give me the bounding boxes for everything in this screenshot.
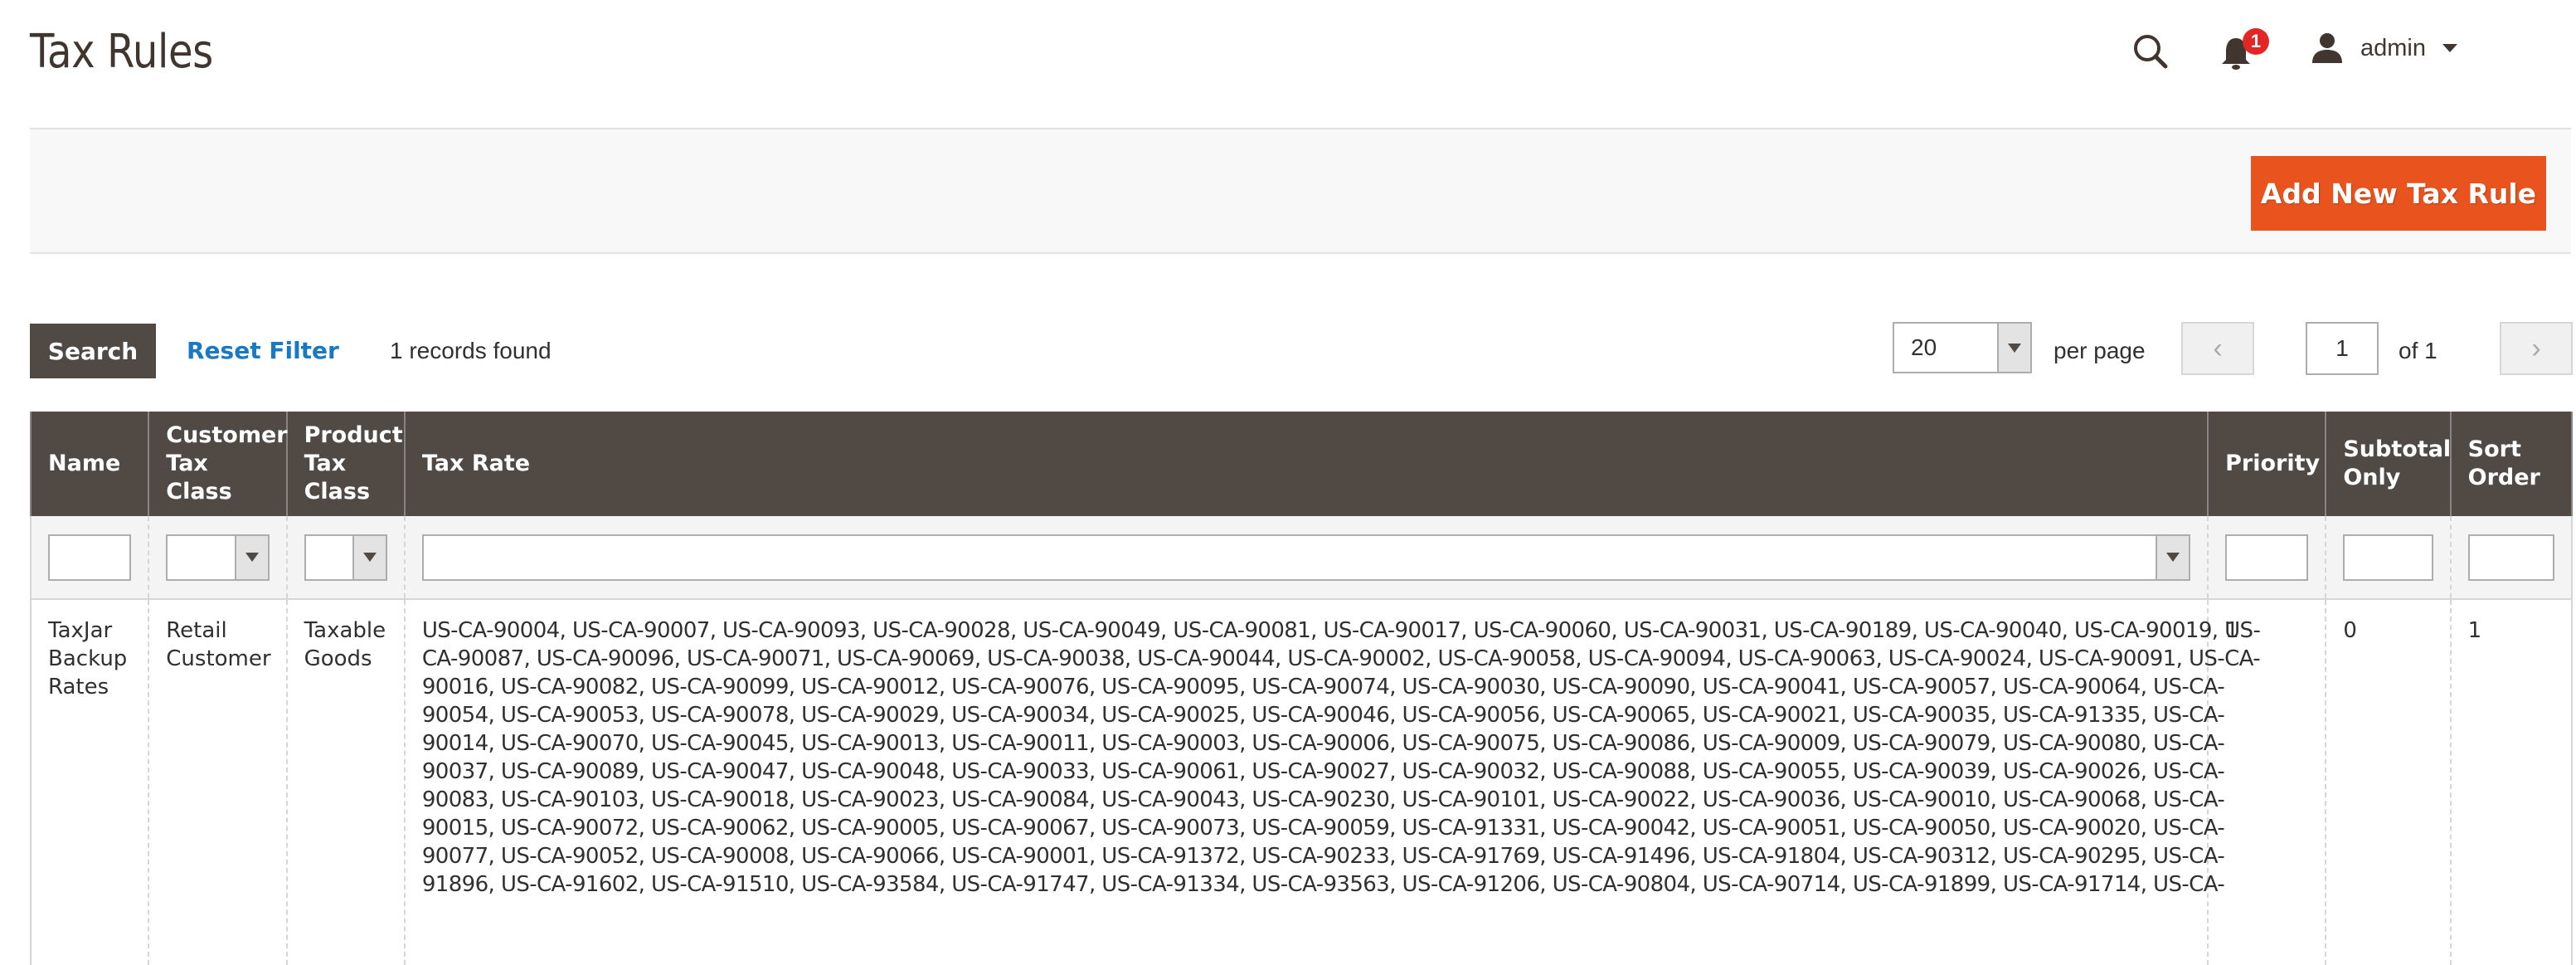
filter-tax-rate-select[interactable] [421, 534, 2191, 581]
column-header-priority[interactable]: Priority [2207, 412, 2327, 516]
filter-name-input[interactable] [48, 534, 132, 581]
column-header-name[interactable]: Name [29, 412, 150, 516]
table-row[interactable]: TaxJar Backup Rates Retail Customer Taxa… [29, 599, 2574, 965]
per-page-select[interactable]: 20 [1893, 322, 2032, 373]
column-header-subtotal-only[interactable]: Subtotal Only [2325, 412, 2452, 516]
filter-product-tax-class-value [306, 536, 352, 579]
caret-down-icon [2008, 343, 2021, 353]
caret-down-icon [245, 553, 259, 562]
next-page-button[interactable]: › [2500, 322, 2573, 375]
tax-rate-line: US-CA-90004, US-CA-90007, US-CA-90093, U… [421, 618, 2261, 643]
cell-name: TaxJar Backup Rates [29, 599, 149, 965]
cell-tax-rate: US-CA-90004, US-CA-90007, US-CA-90093, U… [403, 599, 2261, 965]
reset-filter-link[interactable]: Reset Filter [187, 337, 339, 364]
grid-filter-row [29, 516, 2574, 600]
tax-rate-line: 90054, US-CA-90053, US-CA-90078, US-CA-9… [421, 703, 2225, 728]
filter-product-tax-class-select[interactable] [304, 534, 387, 581]
filter-subtotal-only-input[interactable] [2343, 534, 2433, 581]
caret-down-icon [2166, 553, 2180, 562]
chevron-left-icon: ‹ [2213, 332, 2223, 364]
user-name: admin [2360, 34, 2426, 61]
chevron-down-icon [2442, 44, 2457, 52]
filter-sort-order-input[interactable] [2467, 534, 2554, 581]
cell-product-tax-class: Taxable Goods [285, 599, 405, 965]
search-button[interactable]: Search [30, 324, 156, 378]
filter-tax-rate-value [424, 536, 2156, 579]
records-found: 1 records found [390, 338, 552, 363]
tax-rate-line: CA-90087, US-CA-90096, US-CA-90071, US-C… [421, 646, 2261, 671]
add-new-tax-rule-button[interactable]: Add New Tax Rule [2251, 156, 2546, 231]
grid-toolbar: Search Reset Filter 1 records found 20 p… [30, 322, 2573, 378]
current-page-input[interactable] [2306, 322, 2379, 375]
page-title: Tax Rules [30, 25, 213, 79]
cell-customer-tax-class: Retail Customer [148, 599, 287, 965]
column-header-sort-order[interactable]: Sort Order [2449, 412, 2574, 516]
notifications-button[interactable]: 1 [2219, 27, 2277, 76]
column-header-product-tax-class[interactable]: Product Tax Class [285, 412, 406, 516]
filter-customer-tax-class-value [168, 536, 234, 579]
cell-sort-order: 1 [2449, 599, 2574, 965]
filter-customer-tax-class-select[interactable] [166, 534, 270, 581]
column-header-tax-rate[interactable]: Tax Rate [403, 412, 2209, 516]
chevron-right-icon: › [2531, 332, 2541, 364]
user-icon [2312, 33, 2342, 63]
tax-rate-line: 90077, US-CA-90052, US-CA-90008, US-CA-9… [421, 844, 2225, 869]
user-menu[interactable]: admin [2311, 30, 2457, 66]
grid-header-row: Name Customer Tax Class Product Tax Clas… [29, 412, 2574, 516]
per-page-label: per page [2054, 338, 2146, 363]
cell-subtotal-only: 0 [2325, 599, 2451, 965]
per-page-value: 20 [1911, 334, 1937, 360]
filter-tax-rate-toggle[interactable] [2156, 535, 2190, 579]
tax-rate-line: 90014, US-CA-90070, US-CA-90045, US-CA-9… [421, 731, 2225, 756]
tax-rate-line: 90083, US-CA-90103, US-CA-90018, US-CA-9… [421, 787, 2225, 812]
filter-customer-tax-class-toggle[interactable] [234, 535, 268, 579]
page-actions-bar: Add New Tax Rule [30, 128, 2571, 254]
previous-page-button[interactable]: ‹ [2181, 322, 2254, 375]
per-page-dropdown-toggle[interactable] [1997, 324, 2030, 372]
tax-rate-line: 90037, US-CA-90089, US-CA-90047, US-CA-9… [421, 759, 2225, 784]
caret-down-icon [362, 553, 377, 562]
tax-rate-line: 90015, US-CA-90072, US-CA-90062, US-CA-9… [421, 816, 2225, 841]
notification-count-badge: 1 [2243, 28, 2269, 55]
filter-priority-input[interactable] [2225, 534, 2309, 581]
search-icon[interactable] [2131, 32, 2170, 71]
total-pages: of 1 [2399, 338, 2437, 363]
tax-rate-line: 91896, US-CA-91602, US-CA-91510, US-CA-9… [421, 872, 2225, 897]
tax-rules-grid: Name Customer Tax Class Product Tax Clas… [29, 412, 2574, 965]
header-actions: 1 admin [2078, 0, 2576, 100]
filter-product-tax-class-toggle[interactable] [352, 535, 386, 579]
column-header-customer-tax-class[interactable]: Customer Tax Class [148, 412, 288, 516]
tax-rate-line: 90016, US-CA-90082, US-CA-90099, US-CA-9… [421, 675, 2225, 699]
